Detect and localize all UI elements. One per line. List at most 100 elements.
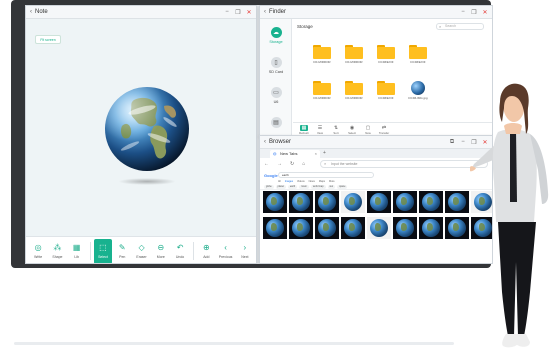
sidebar-item-drive[interactable]: ▤	[260, 117, 292, 128]
filter-chip[interactable]: world map	[310, 185, 326, 189]
sidebar-item-sd-card[interactable]: ▯ SD Card	[260, 57, 292, 74]
image-result-thumbnail[interactable]	[367, 217, 391, 239]
image-result-thumbnail[interactable]	[419, 191, 443, 213]
back-arrow-icon[interactable]: ←	[264, 161, 269, 167]
finder-search-input[interactable]: ⌕ Search	[436, 23, 484, 30]
landmass-shape	[271, 197, 277, 205]
folder-item[interactable]: DF-MIRROR	[311, 43, 333, 65]
filter-chip[interactable]: space	[337, 185, 348, 189]
minimize-button[interactable]: −	[460, 139, 466, 145]
url-placeholder: Input the website	[331, 162, 358, 166]
result-tab-images[interactable]: Images	[285, 180, 293, 183]
folder-item[interactable]: DCIM/EXIF	[375, 43, 397, 65]
image-result-thumbnail[interactable]	[393, 217, 417, 239]
result-tab-all[interactable]: All	[278, 180, 281, 183]
tool-label: Pen	[119, 255, 126, 259]
tool-label: Next	[241, 255, 249, 259]
close-button[interactable]: ✕	[246, 9, 252, 16]
earth-globe-image[interactable]	[104, 86, 190, 172]
image-result-thumbnail[interactable]	[445, 191, 469, 213]
back-icon[interactable]: ‹	[264, 9, 266, 15]
maximize-button[interactable]: ❐	[235, 9, 241, 16]
fit-screen-chip[interactable]: Fit screen	[35, 35, 61, 44]
minimize-button[interactable]: −	[460, 9, 466, 15]
tool-label: More	[156, 255, 165, 259]
result-tab-news[interactable]: News	[309, 180, 315, 183]
tab-close-icon[interactable]: ×	[315, 150, 317, 158]
image-file-item[interactable]: DCIM-IMG.jpg	[407, 79, 429, 101]
fit-screen-label: Fit screen	[40, 37, 56, 42]
shape-tool[interactable]: ⁂ Shape	[48, 239, 66, 264]
image-result-thumbnail[interactable]	[263, 217, 287, 239]
minimize-button[interactable]: −	[224, 9, 230, 15]
tool-label: Add	[203, 255, 210, 259]
result-tab-videos[interactable]: Videos	[297, 180, 305, 183]
image-result-thumbnail[interactable]	[289, 217, 313, 239]
tab-new-tabs[interactable]: ◍ New Tabs ×	[270, 150, 320, 158]
image-result-thumbnail[interactable]	[263, 191, 287, 213]
folder-item[interactable]: DF-MIRROR	[343, 43, 365, 65]
sidebar-item-storage[interactable]: ☁ Storage	[260, 27, 292, 44]
filter-chip[interactable]: planet	[275, 185, 286, 189]
forward-arrow-icon[interactable]: →	[277, 161, 282, 167]
finder-view-button[interactable]: ☰ View	[312, 125, 328, 135]
folder-item[interactable]: DF-MIRROR	[343, 79, 365, 101]
file-name: DCIM-IMG.jpg	[408, 96, 428, 100]
pen-tool[interactable]: ✎ Pen	[113, 239, 131, 264]
folder-name: DCIM/EXIF	[378, 96, 394, 100]
filter-chip[interactable]: sun	[327, 185, 336, 189]
reload-icon[interactable]: ↻	[290, 161, 294, 167]
finder-refresh-button[interactable]: ▦ Refresh	[296, 124, 312, 135]
toolbar-label: Refresh	[299, 130, 309, 135]
finder-transfer-button[interactable]: ⇄ Transfer	[376, 125, 392, 135]
browser-tabbar: ◍ New Tabs × +	[260, 149, 492, 158]
url-input[interactable]: ⌕ Input the website	[320, 160, 488, 168]
note-canvas[interactable]: Fit screen	[26, 19, 256, 236]
filter-chip[interactable]: moon	[299, 185, 309, 189]
snap-button[interactable]: ⧉	[449, 139, 455, 146]
add-page-tool[interactable]: ⊕ Add	[197, 239, 215, 264]
browser-title: Browser	[269, 139, 292, 145]
finder-sort-button[interactable]: ⇅ Sort	[328, 125, 344, 135]
folder-name: DCIM/EXIF	[378, 60, 394, 64]
result-tabs: All Images Videos News Maps More	[278, 180, 339, 183]
maximize-button[interactable]: ❐	[471, 9, 477, 16]
finder-new-button[interactable]: ▢ New	[360, 125, 376, 135]
back-icon[interactable]: ‹	[264, 139, 266, 145]
previous-page-tool[interactable]: ‹ Previous	[216, 239, 234, 264]
promo-scene: ‹ Note − ❐ ✕ Fit screen ◎ Write ⁂ Shape …	[0, 0, 556, 351]
image-result-thumbnail[interactable]	[289, 191, 313, 213]
close-button[interactable]: ✕	[482, 9, 488, 16]
finder-select-button[interactable]: ◉ Select	[344, 125, 360, 135]
home-icon[interactable]: ⌂	[302, 161, 305, 167]
drive-icon: ▤	[270, 117, 282, 128]
image-result-thumbnail[interactable]	[367, 191, 391, 213]
undo-tool[interactable]: ↶ Undo	[171, 239, 189, 264]
results-search-input[interactable]: earth	[278, 172, 374, 178]
filter-chip[interactable]: globe	[264, 185, 274, 189]
image-result-thumbnail[interactable]	[315, 217, 339, 239]
image-result-thumbnail[interactable]	[419, 217, 443, 239]
folder-item[interactable]: DF-MIRROR	[311, 79, 333, 101]
more-tool[interactable]: ⊖ More	[152, 239, 170, 264]
result-tab-more[interactable]: More	[329, 180, 335, 183]
image-result-thumbnail[interactable]	[341, 217, 365, 239]
eraser-tool[interactable]: ◇ Eraser	[132, 239, 150, 264]
back-icon[interactable]: ‹	[30, 9, 32, 15]
image-result-thumbnail[interactable]	[341, 191, 365, 213]
write-tool[interactable]: ◎ Write	[29, 239, 47, 264]
new-tab-button[interactable]: +	[323, 150, 326, 156]
next-page-tool[interactable]: › Next	[236, 239, 254, 264]
sidebar-item-usb[interactable]: ▭ U6	[260, 87, 292, 104]
folder-item[interactable]: DCIM/EXIF	[375, 79, 397, 101]
library-tool[interactable]: ▦ Lib	[68, 239, 86, 264]
filter-chip[interactable]: earth	[287, 185, 298, 189]
select-tool[interactable]: ⬚ Select	[93, 238, 113, 263]
caption-placeholder	[14, 340, 474, 346]
pen-circle-icon: ◎	[34, 243, 42, 252]
image-result-thumbnail[interactable]	[315, 191, 339, 213]
image-result-thumbnail[interactable]	[393, 191, 417, 213]
image-result-thumbnail[interactable]	[445, 217, 469, 239]
result-tab-maps[interactable]: Maps	[319, 180, 325, 183]
folder-item[interactable]: DCIM/EXIF	[407, 43, 429, 65]
